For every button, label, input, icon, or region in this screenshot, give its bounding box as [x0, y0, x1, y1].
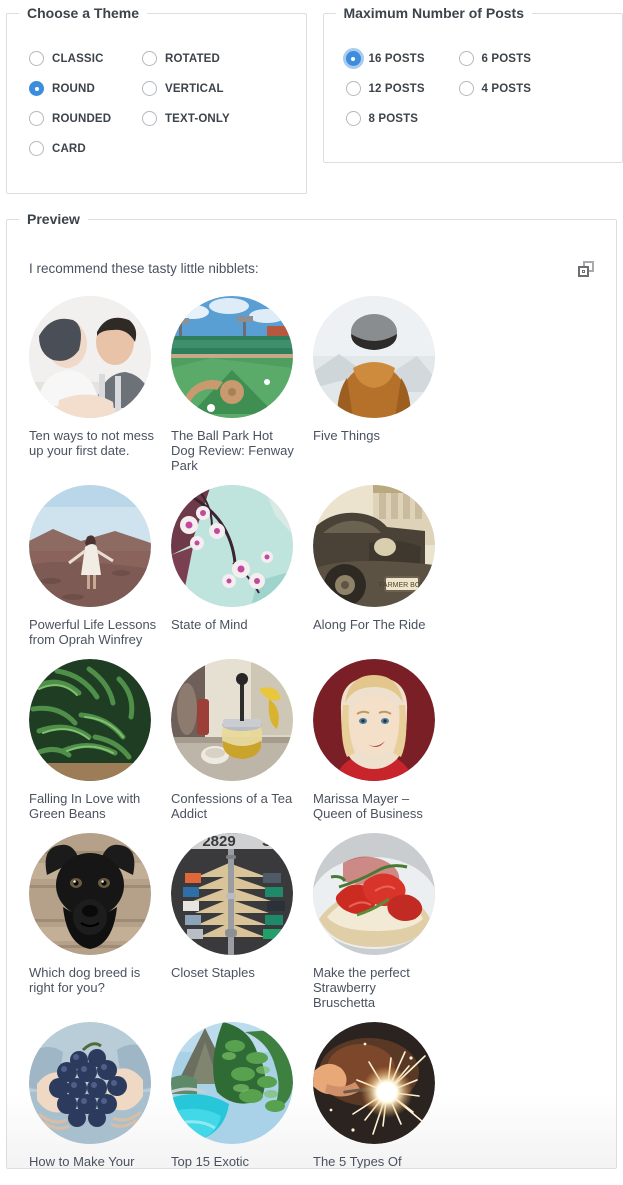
post-title: The 5 Types Of Friends You Should Keep I… [313, 1153, 402, 1169]
post-thumbnail-baseball-stadium[interactable] [171, 295, 293, 418]
theme-fieldset: Choose a Theme CLASSIC ROTATED ROUND VER… [6, 5, 307, 194]
post-item[interactable]: The Ball Park Hot Dog Review: Fenway Par… [171, 295, 313, 473]
copy-icon-front-square [578, 266, 589, 277]
max-posts-fieldset: Maximum Number of Posts 16 POSTS 6 POSTS… [322, 5, 623, 163]
post-title: How to Make Your Own Wine [29, 1153, 135, 1169]
post-item[interactable]: The 5 Types Of Friends You Should Keep I… [313, 1021, 455, 1169]
radio-mark-rotated[interactable] [142, 51, 157, 67]
post-title: Closet Staples [171, 964, 255, 980]
post-title: Along For The Ride [313, 616, 426, 632]
post-thumbnail-couple-facing-each-other[interactable] [29, 295, 151, 418]
max-posts-legend: Maximum Number of Posts [343, 5, 524, 21]
post-title: Make the perfect Strawberry Bruschetta [313, 964, 410, 1010]
radio-mark-classic[interactable] [29, 51, 44, 67]
radio-label-text-only: TEXT-ONLY [165, 112, 230, 125]
post-thumbnail-tropical-pool-mountain[interactable] [171, 1021, 293, 1144]
post-thumbnail-clothes-on-hangers[interactable]: 2829 S [171, 832, 293, 955]
post-thumbnail-hand-holding-sparkler[interactable] [313, 1021, 435, 1144]
post-title: The Ball Park Hot Dog Review: Fenway Par… [171, 427, 294, 473]
post-title: Which dog breed is right for you? [29, 964, 141, 995]
post-thumbnail-glass-teapot[interactable] [171, 658, 293, 781]
radio-option-round[interactable]: ROUND [29, 74, 142, 104]
radio-label-6-posts: 6 POSTS [481, 52, 532, 65]
post-item[interactable]: Five Things [313, 295, 455, 473]
preview-headline: I recommend these tasty little nibblets: [29, 261, 259, 276]
related-posts-grid: Ten ways to not mess up your first date. [29, 295, 594, 1169]
post-title: Powerful Life Lessons from Oprah Winfrey [29, 616, 157, 647]
post-title: Top 15 Exotic Retreats For Design Lovers… [171, 1153, 250, 1169]
radio-mark-8-posts[interactable] [345, 111, 361, 127]
post-item[interactable]: FARMER BOY Along For The Ride [313, 484, 455, 647]
theme-legend: Choose a Theme [27, 5, 140, 21]
radio-label-rounded: ROUNDED [52, 112, 112, 125]
radio-mark-12-posts[interactable] [345, 81, 361, 97]
radio-option-8-posts[interactable]: 8 POSTS [345, 104, 459, 134]
post-thumbnail-hands-holding-grapes[interactable] [29, 1021, 151, 1144]
radio-label-round: ROUND [52, 82, 95, 95]
preview-fieldset: Preview I recommend these tasty little n… [6, 211, 617, 1169]
svg-text:S: S [262, 833, 272, 850]
radio-mark-vertical[interactable] [142, 81, 157, 97]
post-item[interactable]: Top 15 Exotic Retreats For Design Lovers… [171, 1021, 313, 1169]
radio-label-16-posts: 16 POSTS [368, 52, 425, 65]
preview-legend: Preview [27, 211, 80, 227]
post-thumbnail-green-beans[interactable] [29, 658, 151, 781]
radio-label-vertical: VERTICAL [165, 82, 224, 95]
svg-text:2829: 2829 [202, 833, 235, 850]
post-item[interactable]: Which dog breed is right for you? [29, 832, 171, 1010]
post-thumbnail-person-in-beanie-and-coat[interactable] [313, 295, 435, 418]
post-item[interactable]: Make the perfect Strawberry Bruschetta [313, 832, 455, 1010]
copy-icon[interactable] [578, 261, 594, 277]
radio-option-4-posts[interactable]: 4 POSTS [458, 74, 572, 104]
theme-radio-group: CLASSIC ROTATED ROUND VERTICAL ROUNDED T… [7, 22, 306, 164]
radio-label-card: CARD [52, 142, 86, 155]
post-item[interactable]: Powerful Life Lessons from Oprah Winfrey [29, 484, 171, 647]
radio-label-4-posts: 4 POSTS [481, 82, 532, 95]
radio-option-text-only[interactable]: TEXT-ONLY [142, 104, 255, 134]
post-title: Falling In Love with Green Beans [29, 790, 141, 821]
radio-option-rotated[interactable]: ROTATED [142, 44, 255, 74]
post-item[interactable]: 2829 S Closet Staples [171, 832, 313, 1010]
post-thumbnail-woman-walking-in-desert[interactable] [29, 484, 151, 607]
radio-mark-card[interactable] [29, 141, 44, 157]
post-title: Confessions of a Tea Addict [171, 790, 293, 821]
radio-mark-text-only[interactable] [142, 111, 157, 127]
radio-mark-round[interactable] [29, 81, 44, 97]
post-title: State of Mind [171, 616, 248, 632]
post-thumbnail-black-labrador-puppy[interactable] [29, 832, 151, 955]
post-thumbnail-vintage-car[interactable]: FARMER BOY [313, 484, 435, 607]
radio-label-classic: CLASSIC [52, 52, 104, 65]
radio-mark-rounded[interactable] [29, 111, 44, 127]
radio-option-12-posts[interactable]: 12 POSTS [345, 74, 459, 104]
post-thumbnail-cherry-blossoms[interactable] [171, 484, 293, 607]
preview-content: I recommend these tasty little nibblets: [7, 227, 616, 1169]
preview-header-row: I recommend these tasty little nibblets: [29, 260, 594, 278]
radio-option-16-posts[interactable]: 16 POSTS [345, 44, 459, 74]
radio-mark-4-posts[interactable] [458, 81, 474, 97]
radio-mark-6-posts[interactable] [458, 51, 474, 67]
post-title: Ten ways to not mess up your first date. [29, 427, 154, 458]
settings-row: Choose a Theme CLASSIC ROTATED ROUND VER… [0, 0, 623, 194]
radio-mark-16-posts[interactable] [345, 51, 361, 67]
post-item[interactable]: Falling In Love with Green Beans [29, 658, 171, 821]
post-item[interactable]: Marissa Mayer – Queen of Business [313, 658, 455, 821]
radio-label-rotated: ROTATED [165, 52, 220, 65]
post-thumbnail-strawberry-bruschetta[interactable] [313, 832, 435, 955]
radio-label-8-posts: 8 POSTS [368, 112, 419, 125]
svg-text:FARMER BOY: FARMER BOY [379, 582, 425, 589]
radio-option-classic[interactable]: CLASSIC [29, 44, 142, 74]
radio-option-card[interactable]: CARD [29, 134, 142, 164]
radio-option-rounded[interactable]: ROUNDED [29, 104, 142, 134]
radio-label-12-posts: 12 POSTS [368, 82, 425, 95]
post-title: Marissa Mayer – Queen of Business [313, 790, 423, 821]
post-item[interactable]: Confessions of a Tea Addict [171, 658, 313, 821]
post-title: Five Things [313, 427, 380, 443]
post-item[interactable]: Ten ways to not mess up your first date. [29, 295, 171, 473]
post-item[interactable]: State of Mind [171, 484, 313, 647]
post-item[interactable]: How to Make Your Own Wine [29, 1021, 171, 1169]
max-posts-radio-group: 16 POSTS 6 POSTS 12 POSTS 4 POSTS 8 POST… [324, 22, 623, 134]
radio-option-6-posts[interactable]: 6 POSTS [458, 44, 572, 74]
radio-option-vertical[interactable]: VERTICAL [142, 74, 255, 104]
post-thumbnail-woman-portrait-red-background[interactable] [313, 658, 435, 781]
